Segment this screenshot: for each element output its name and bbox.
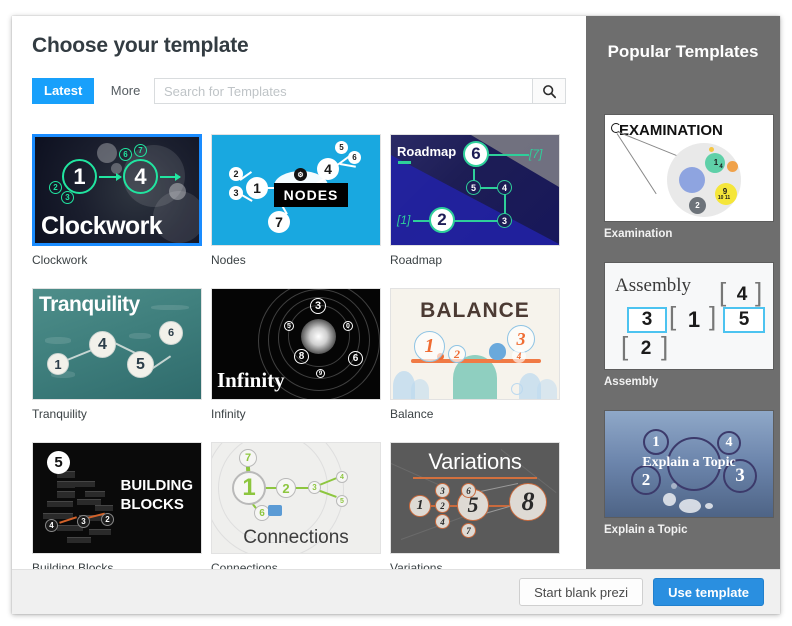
balance-artwork: BALANCE 1 2 3 4 (391, 289, 559, 399)
template-card-tranquility[interactable]: Tranquility 1 4 5 6 Tranquility (32, 288, 208, 421)
nodes-artwork: 1 2 3 4 5 6 7 ⚙ NODES (212, 135, 380, 245)
use-template-button[interactable]: Use template (653, 578, 764, 606)
start-blank-prezi-button[interactable]: Start blank prezi (519, 578, 644, 606)
template-thumbnail-building-blocks[interactable]: 5 4 3 2 BUILDING BLOCKS (32, 442, 202, 554)
template-thumbnail-nodes[interactable]: 1 2 3 4 5 6 7 ⚙ NODES (211, 134, 381, 246)
tranquility-artwork: Tranquility 1 4 5 6 (33, 289, 201, 399)
template-card-clockwork[interactable]: 1 4 2 3 6 7 Clockwork Clockwork (32, 134, 208, 267)
tab-more[interactable]: More (99, 78, 153, 104)
popular-templates-sidebar: Popular Templates EXAMINATION 1 4 9 10 1… (586, 16, 780, 569)
template-thumbnail-tranquility[interactable]: Tranquility 1 4 5 6 (32, 288, 202, 400)
clockwork-artwork: 1 4 2 3 6 7 Clockwork (35, 137, 199, 243)
sidebar-title: Popular Templates (607, 42, 759, 61)
template-thumbnail-clockwork[interactable]: 1 4 2 3 6 7 Clockwork (32, 134, 202, 246)
assembly-art-title: Assembly (615, 275, 691, 296)
template-label-tranquility: Tranquility (32, 407, 87, 421)
template-thumbnail-connections[interactable]: 1 2 3 4 5 6 7 Connections (211, 442, 381, 554)
connections-artwork: 1 2 3 4 5 6 7 Connections (212, 443, 380, 553)
popular-template-list: EXAMINATION 1 4 9 10 11 2 Examination As… (586, 114, 780, 536)
variations-art-title: Variations (428, 449, 522, 474)
template-label-clockwork: Clockwork (32, 253, 88, 267)
tab-latest[interactable]: Latest (32, 78, 95, 104)
template-thumbnail-roadmap[interactable]: Roadmap 6 2 5 4 3 [7] [1] (390, 134, 560, 246)
roadmap-artwork: Roadmap 6 2 5 4 3 [7] [1] (391, 135, 559, 245)
template-card-variations[interactable]: Variations 1 2 3 4 5 6 7 8 Variations (390, 442, 566, 569)
main-panel: Choose your template Latest More Search … (12, 16, 586, 569)
examination-artwork: EXAMINATION 1 4 9 10 11 2 (605, 115, 773, 221)
page-title: Choose your template (32, 34, 249, 57)
template-label-connections: Connections (211, 561, 278, 569)
template-card-nodes[interactable]: 1 2 3 4 5 6 7 ⚙ NODES Nodes (211, 134, 387, 267)
template-thumbnail-infinity[interactable]: 3 5 0 6 8 9 Infinity (211, 288, 381, 400)
infinity-art-title: Infinity (217, 368, 285, 392)
template-card-connections[interactable]: 1 2 3 4 5 6 7 Connections Connections (211, 442, 387, 569)
template-label-variations: Variations (390, 561, 443, 569)
search-input[interactable] (154, 78, 532, 104)
dialog-footer: Start blank prezi Use template (12, 569, 780, 614)
balance-art-title: BALANCE (420, 299, 530, 322)
popular-label-explain-a-topic: Explain a Topic (604, 524, 688, 536)
filter-bar: Latest More (32, 78, 566, 104)
template-card-balance[interactable]: BALANCE 1 2 3 4 Balance (390, 288, 566, 421)
screen: Choose your template Latest More Search … (0, 0, 792, 626)
template-label-roadmap: Roadmap (390, 253, 443, 267)
popular-label-assembly: Assembly (604, 376, 659, 388)
popular-card-explain-a-topic[interactable]: 1 4 2 3 Explain a Topic Explain a Topic (604, 410, 774, 536)
template-card-building-blocks[interactable]: 5 4 3 2 BUILDING BLOCKS Building Blocks (32, 442, 208, 569)
popular-label-examination: Examination (604, 228, 673, 240)
template-label-balance: Balance (390, 407, 434, 421)
nodes-art-title: NODES (274, 183, 348, 207)
popular-thumbnail-assembly[interactable]: Assembly 3 [ 1 ] [ 4 ] 5 [ 2 ] (604, 262, 774, 370)
template-thumbnail-balance[interactable]: BALANCE 1 2 3 4 (390, 288, 560, 400)
popular-thumbnail-examination[interactable]: EXAMINATION 1 4 9 10 11 2 (604, 114, 774, 222)
template-row: 5 4 3 2 BUILDINGBLOCKS Building Blocks (32, 442, 566, 569)
roadmap-art-title: Roadmap (397, 144, 457, 159)
template-label-infinity: Infinity (211, 407, 246, 421)
explain-a-topic-art-title: Explain a Topic (642, 455, 736, 470)
template-label-building-blocks: Building Blocks (32, 561, 114, 569)
search-button[interactable] (532, 78, 566, 104)
popular-thumbnail-explain-a-topic[interactable]: 1 4 2 3 Explain a Topic (604, 410, 774, 518)
explain-a-topic-artwork: 1 4 2 3 Explain a Topic (605, 411, 773, 517)
template-thumbnail-variations[interactable]: Variations 1 2 3 4 5 6 7 8 (390, 442, 560, 554)
template-row: 1 4 2 3 6 7 Clockwork Clockwork 1 2 3 4 … (32, 134, 566, 267)
clockwork-art-title: Clockwork (41, 212, 163, 240)
infinity-artwork: 3 5 0 6 8 9 Infinity (212, 289, 380, 399)
template-card-roadmap[interactable]: Roadmap 6 2 5 4 3 [7] [1] Roadmap (390, 134, 566, 267)
template-label-nodes: Nodes (211, 253, 246, 267)
variations-artwork: Variations 1 2 3 4 5 6 7 8 (391, 443, 559, 553)
choose-template-dialog: Choose your template Latest More Search … (12, 16, 780, 614)
template-grid: 1 4 2 3 6 7 Clockwork Clockwork 1 2 3 4 … (32, 134, 566, 569)
search-icon (542, 84, 556, 98)
popular-card-assembly[interactable]: Assembly 3 [ 1 ] [ 4 ] 5 [ 2 ] Assembly (604, 262, 774, 388)
building-blocks-artwork: 5 4 3 2 BUILDING BLOCKS (33, 443, 201, 553)
template-row: Tranquility 1 4 5 6 Tranquility 3 5 0 6 … (32, 288, 566, 421)
examination-art-title: EXAMINATION (619, 122, 723, 139)
tranquility-art-title: Tranquility (39, 293, 140, 316)
template-card-infinity[interactable]: 3 5 0 6 8 9 Infinity Infinity (211, 288, 387, 421)
popular-card-examination[interactable]: EXAMINATION 1 4 9 10 11 2 Examination (604, 114, 774, 240)
connections-art-title: Connections (243, 527, 349, 548)
building-blocks-art-title: BUILDING BLOCKS (120, 477, 194, 513)
search-bar (154, 78, 566, 104)
assembly-artwork: Assembly 3 [ 1 ] [ 4 ] 5 [ 2 ] (605, 263, 773, 369)
